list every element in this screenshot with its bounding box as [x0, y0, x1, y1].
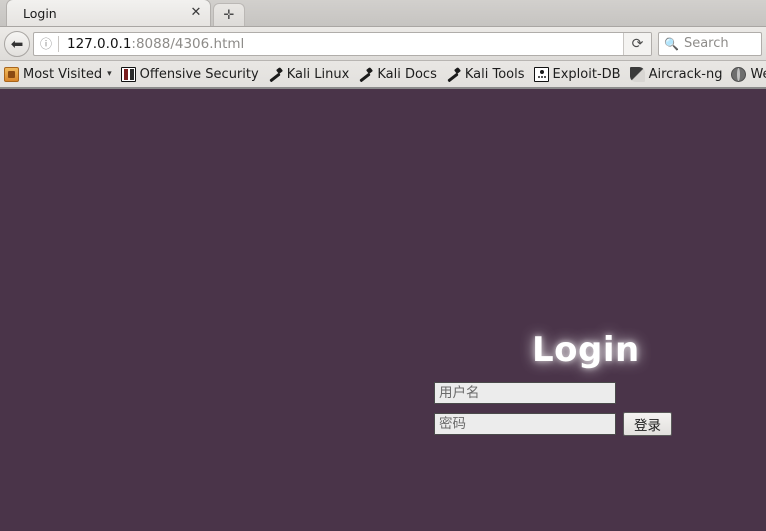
bookmark-label: Kali Docs	[377, 66, 437, 82]
bookmark-label: Kali Tools	[464, 66, 525, 82]
bookmark-kali-docs[interactable]: Kali Docs	[358, 67, 437, 82]
bookmark-offensive-security[interactable]: Offensive Security	[120, 66, 259, 82]
username-input[interactable]	[434, 382, 616, 404]
folder-icon	[4, 66, 19, 82]
dragon-icon	[120, 66, 136, 82]
bookmark-most-visited[interactable]: Most Visited ▾	[4, 66, 112, 82]
url-path: :8088/4306.html	[131, 35, 245, 52]
wrench-icon	[358, 67, 373, 82]
password-input[interactable]	[434, 413, 616, 435]
bookmark-aircrack-ng[interactable]: Aircrack-ng	[629, 66, 723, 82]
globe-icon	[731, 66, 747, 82]
bookmark-label: Exploit-DB	[552, 66, 621, 82]
url-host: 127.0.0.1	[67, 35, 132, 52]
tab-login[interactable]: Login ✕	[6, 0, 211, 26]
submit-button[interactable]: 登录	[623, 412, 672, 436]
page-title: Login	[532, 330, 640, 370]
close-icon[interactable]: ✕	[188, 5, 204, 21]
browser-window: Login ✕ ✛ ⬅ ⓘ 127.0.0.1:8088/4306.html ⟳…	[0, 0, 766, 531]
search-icon: 🔍	[664, 36, 679, 51]
plus-icon: ✛	[223, 7, 235, 23]
login-form: Login 登录	[434, 333, 694, 443]
back-button[interactable]: ⬅	[4, 30, 30, 57]
bookmark-exploit-db[interactable]: Exploit-DB	[533, 66, 621, 82]
password-row: 登录	[434, 412, 694, 436]
wrench-icon	[268, 67, 283, 82]
bookmark-label: Aircrack-ng	[648, 66, 723, 82]
reload-icon[interactable]: ⟳	[623, 32, 651, 55]
tab-strip: Login ✕ ✛	[0, 0, 766, 27]
site-info-icon[interactable]: ⓘ	[34, 35, 58, 52]
search-placeholder: Search	[683, 36, 729, 51]
bookmark-label: Offensive Security	[139, 66, 259, 82]
tab-strip-filler	[245, 0, 766, 26]
bookmark-label: We	[750, 66, 766, 82]
wrench-icon	[446, 67, 461, 82]
new-tab-button[interactable]: ✛	[213, 3, 245, 26]
url-text: 127.0.0.1:8088/4306.html	[59, 36, 623, 52]
bookmark-label: Kali Linux	[286, 66, 350, 82]
page-content: Login 登录	[0, 100, 766, 531]
feather-icon	[629, 66, 645, 82]
search-bar[interactable]: 🔍 Search	[658, 31, 762, 56]
bookmark-kali-tools[interactable]: Kali Tools	[446, 67, 525, 82]
exploit-db-icon	[533, 66, 549, 82]
username-row-spacer	[623, 381, 684, 405]
address-bar[interactable]: ⓘ 127.0.0.1:8088/4306.html ⟳	[33, 31, 652, 56]
back-arrow-icon: ⬅	[10, 34, 24, 53]
navigation-toolbar: ⬅ ⓘ 127.0.0.1:8088/4306.html ⟳ 🔍 Search	[0, 27, 766, 61]
bookmark-kali-linux[interactable]: Kali Linux	[268, 67, 350, 82]
tab-title: Login	[23, 5, 57, 21]
bookmark-label: Most Visited	[23, 66, 103, 82]
bookmarks-bar: Most Visited ▾ Offensive Security Kali L…	[0, 61, 766, 89]
username-row	[434, 381, 694, 405]
bookmark-web[interactable]: We	[731, 66, 766, 82]
chevron-down-icon: ▾	[107, 69, 112, 79]
